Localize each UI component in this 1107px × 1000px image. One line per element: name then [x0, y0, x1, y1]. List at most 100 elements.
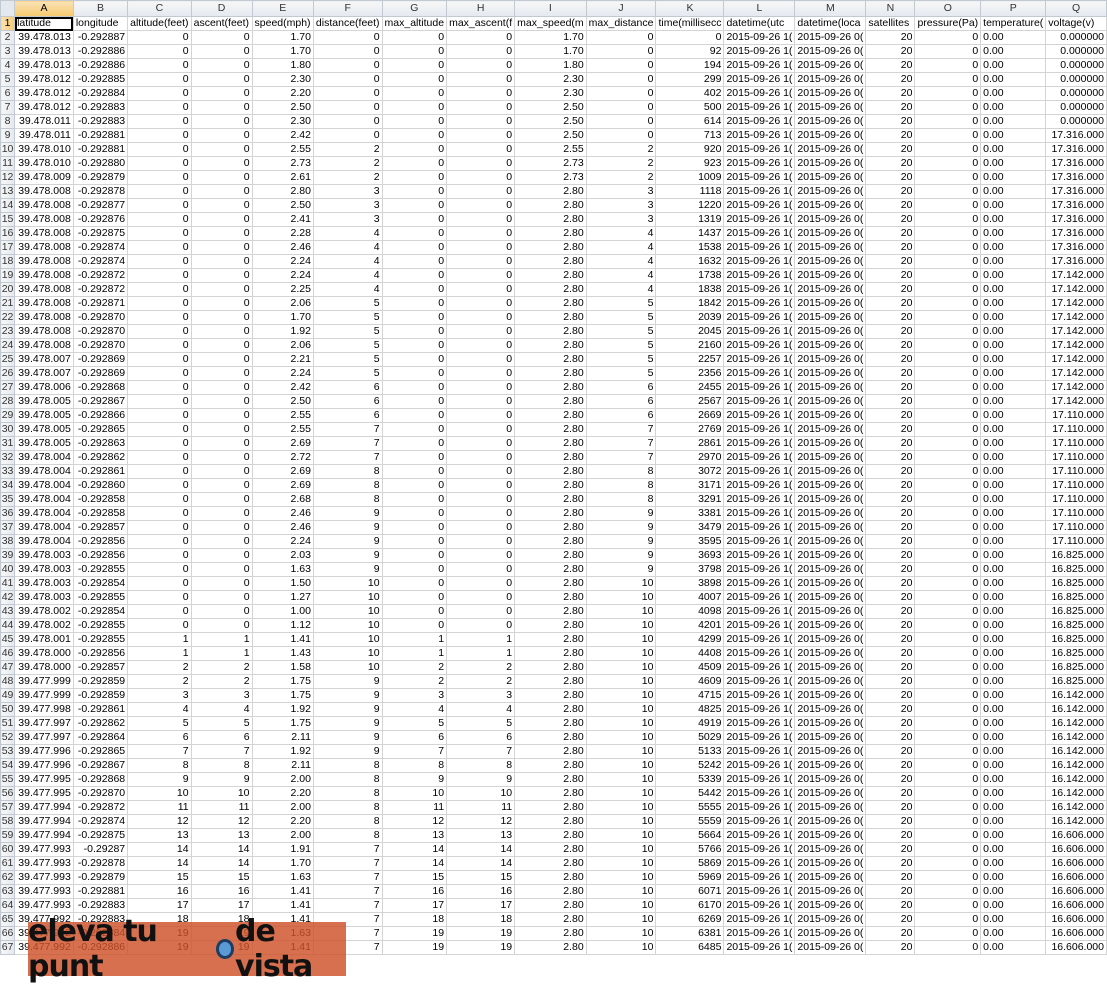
data-cell[interactable]: 39.478.006 — [14, 380, 74, 395]
data-cell[interactable]: 0.00 — [980, 940, 1047, 955]
data-cell[interactable]: 10 — [585, 576, 657, 591]
data-cell[interactable]: 0 — [446, 198, 516, 213]
data-cell[interactable]: 2015-09-26 1( — [723, 842, 796, 857]
data-cell[interactable]: 6 — [312, 408, 383, 423]
data-cell[interactable]: 1 — [446, 632, 516, 647]
row-number-42[interactable]: 42 — [0, 590, 16, 605]
data-cell[interactable]: 3479 — [655, 520, 725, 535]
data-cell[interactable]: 0 — [381, 590, 448, 605]
row-number-52[interactable]: 52 — [0, 730, 16, 745]
data-cell[interactable]: 20 — [865, 492, 916, 507]
data-cell[interactable]: 0 — [190, 72, 253, 87]
data-cell[interactable]: 1.70 — [251, 44, 314, 59]
data-cell[interactable]: 0 — [190, 464, 253, 479]
data-cell[interactable]: 39.477.993 — [14, 842, 74, 857]
data-cell[interactable]: 0.00 — [980, 212, 1047, 227]
data-cell[interactable]: 2015-09-26 1( — [723, 72, 796, 87]
data-cell[interactable]: 20 — [865, 856, 916, 871]
data-cell[interactable]: 2015-09-26 0( — [794, 184, 867, 199]
data-cell[interactable]: 8 — [312, 478, 383, 493]
data-cell[interactable]: 2015-09-26 1( — [723, 660, 796, 675]
data-cell[interactable]: 39.478.005 — [14, 408, 74, 423]
data-cell[interactable]: 0 — [381, 86, 448, 101]
data-cell[interactable]: 10 — [585, 772, 657, 787]
data-cell[interactable]: 39.478.010 — [14, 156, 74, 171]
data-cell[interactable]: 0 — [127, 100, 192, 115]
data-cell[interactable]: 0 — [127, 506, 192, 521]
data-cell[interactable]: 0 — [585, 100, 657, 115]
row-number-3[interactable]: 3 — [0, 44, 16, 59]
data-cell[interactable]: 0 — [914, 800, 982, 815]
data-cell[interactable]: 2015-09-26 0( — [794, 128, 867, 143]
data-cell[interactable]: 17.316.000 — [1045, 142, 1107, 157]
data-cell[interactable]: -0.292868 — [72, 380, 129, 395]
data-cell[interactable]: 2015-09-26 1( — [723, 450, 796, 465]
data-cell[interactable]: 17.142.000 — [1045, 380, 1107, 395]
data-cell[interactable]: 0 — [127, 394, 192, 409]
data-cell[interactable]: -0.292870 — [72, 338, 129, 353]
data-cell[interactable]: -0.292878 — [72, 856, 129, 871]
data-cell[interactable]: 0 — [446, 562, 516, 577]
data-cell[interactable]: 16.825.000 — [1045, 548, 1107, 563]
data-cell[interactable]: 2 — [127, 674, 192, 689]
data-cell[interactable]: -0.292870 — [72, 324, 129, 339]
data-cell[interactable]: 7 — [312, 450, 383, 465]
row-number-6[interactable]: 6 — [0, 86, 16, 101]
data-cell[interactable]: 10 — [190, 786, 253, 801]
column-name-cell[interactable]: altitude(feet) — [127, 16, 192, 31]
data-cell[interactable]: 0 — [127, 338, 192, 353]
data-cell[interactable]: 1 — [446, 646, 516, 661]
data-cell[interactable]: 0 — [127, 30, 192, 45]
data-cell[interactable]: -0.292858 — [72, 492, 129, 507]
data-cell[interactable]: 15 — [446, 870, 516, 885]
data-cell[interactable]: -0.292863 — [72, 436, 129, 451]
row-number-30[interactable]: 30 — [0, 422, 16, 437]
data-cell[interactable]: 0 — [381, 58, 448, 73]
data-cell[interactable]: 4 — [127, 702, 192, 717]
row-number-53[interactable]: 53 — [0, 744, 16, 759]
data-cell[interactable]: 7 — [312, 842, 383, 857]
data-cell[interactable]: 20 — [865, 674, 916, 689]
data-cell[interactable]: 20 — [865, 534, 916, 549]
data-cell[interactable]: 0 — [190, 380, 253, 395]
data-cell[interactable]: 2861 — [655, 436, 725, 451]
data-cell[interactable]: 2015-09-26 0( — [794, 352, 867, 367]
data-cell[interactable]: 0 — [914, 212, 982, 227]
row-number-63[interactable]: 63 — [0, 884, 16, 899]
data-cell[interactable]: -0.292879 — [72, 870, 129, 885]
data-cell[interactable]: 2015-09-26 1( — [723, 128, 796, 143]
data-cell[interactable]: 2.50 — [251, 394, 314, 409]
data-cell[interactable]: 2.24 — [251, 534, 314, 549]
data-cell[interactable]: 12 — [127, 814, 192, 829]
data-cell[interactable]: 10 — [585, 632, 657, 647]
data-cell[interactable]: 5766 — [655, 842, 725, 857]
data-cell[interactable]: 0 — [190, 296, 253, 311]
data-cell[interactable]: 1.41 — [251, 884, 314, 899]
data-cell[interactable]: 2.80 — [514, 618, 587, 633]
data-cell[interactable]: 10 — [585, 688, 657, 703]
data-cell[interactable]: 39.478.007 — [14, 352, 74, 367]
data-cell[interactable]: 194 — [655, 58, 725, 73]
data-cell[interactable]: 0 — [381, 100, 448, 115]
data-cell[interactable]: 0 — [190, 114, 253, 129]
data-cell[interactable]: -0.292881 — [72, 142, 129, 157]
data-cell[interactable]: 39.478.005 — [14, 436, 74, 451]
data-cell[interactable]: 0 — [446, 44, 516, 59]
data-cell[interactable]: 0 — [585, 72, 657, 87]
data-cell[interactable]: 1 — [381, 646, 448, 661]
data-cell[interactable]: 4007 — [655, 590, 725, 605]
data-cell[interactable]: 10 — [585, 702, 657, 717]
data-cell[interactable]: 9 — [446, 772, 516, 787]
data-cell[interactable]: 20 — [865, 520, 916, 535]
data-cell[interactable]: 20 — [865, 380, 916, 395]
data-cell[interactable]: 0 — [381, 492, 448, 507]
data-cell[interactable]: 0 — [381, 506, 448, 521]
data-cell[interactable]: 0.00 — [980, 562, 1047, 577]
data-cell[interactable]: 39.478.004 — [14, 478, 74, 493]
data-cell[interactable]: 0.00 — [980, 156, 1047, 171]
data-cell[interactable]: 20 — [865, 548, 916, 563]
data-cell[interactable]: 0 — [914, 226, 982, 241]
data-cell[interactable]: -0.292869 — [72, 352, 129, 367]
data-cell[interactable]: 0.00 — [980, 226, 1047, 241]
row-number-10[interactable]: 10 — [0, 142, 16, 157]
